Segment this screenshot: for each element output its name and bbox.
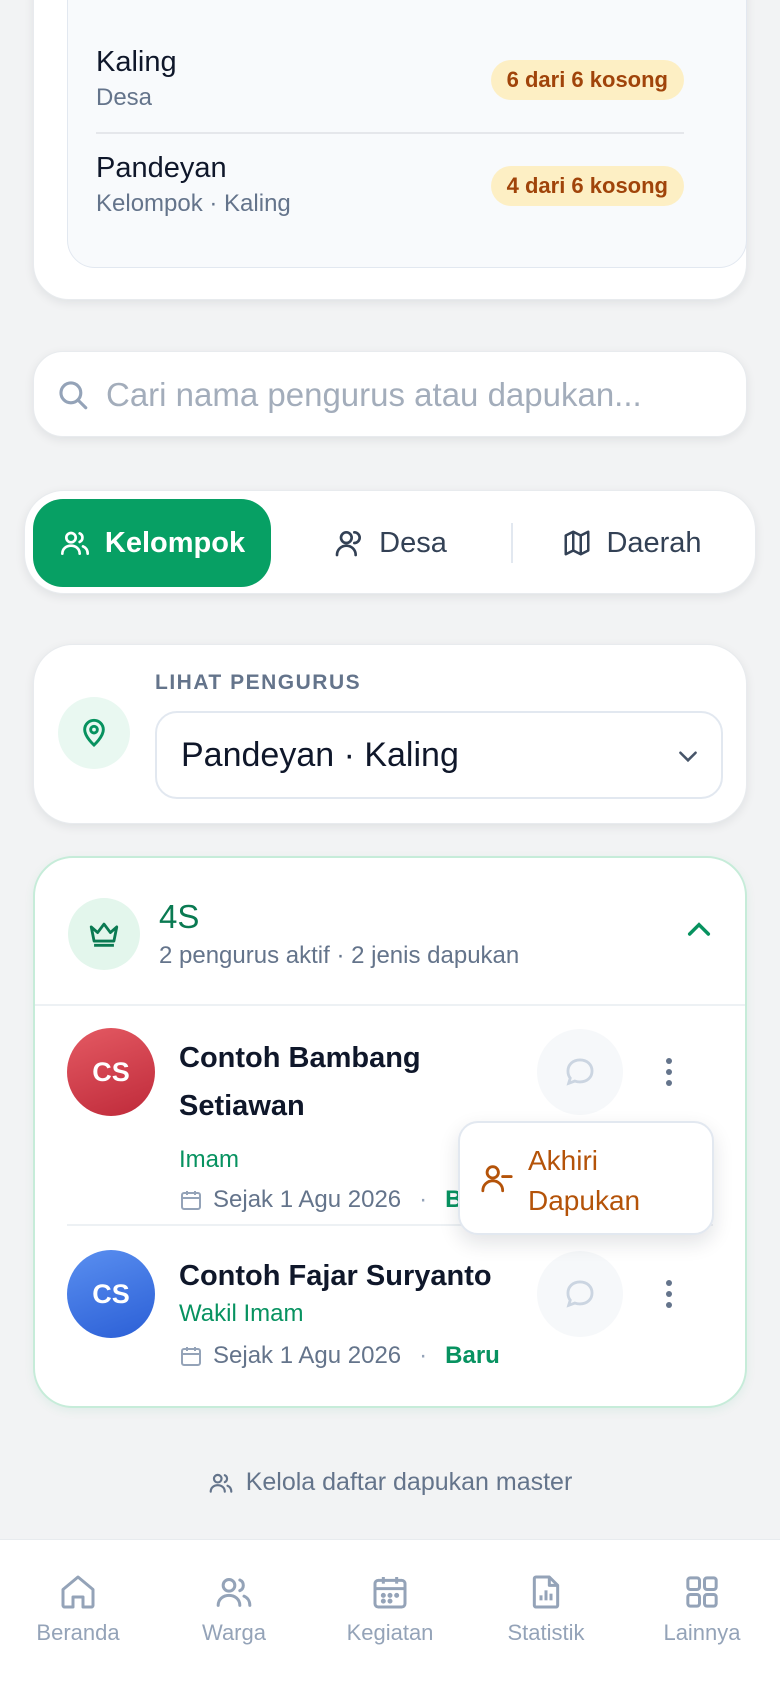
tab-desa[interactable]: Desa [275,499,505,587]
vacancy-badge: 6 dari 6 kosong [490,60,684,100]
member-name-line1: Contoh Bambang [179,1042,421,1074]
map-icon [564,530,590,556]
chat-bubble-icon [566,1280,594,1308]
vacancy-name: Pandeyan [96,152,227,184]
search-input[interactable] [106,372,706,418]
tab-kelompok[interactable]: Kelompok [33,499,271,587]
more-options-button[interactable] [649,1254,689,1334]
chart-file-icon [532,1575,560,1609]
crown-icon [89,922,119,947]
nav-item-lainnya[interactable]: Lainnya [624,1572,780,1646]
nav-item-statistik[interactable]: Statistik [468,1572,624,1646]
avatar: CS [67,1250,155,1338]
manage-master-roles-link[interactable]: Kelola daftar dapukan master [0,1468,780,1497]
end-assignment-label: Akhiri Dapukan [528,1145,641,1216]
tab-separator [511,523,513,563]
manage-link-label: Kelola daftar dapukan master [245,1468,573,1496]
end-assignment-menu-item[interactable]: Akhiri Dapukan [458,1121,714,1235]
bottom-navigation: Beranda Warga Kegiatan Statistik Lainnya [0,1539,780,1688]
users-icon [216,1578,252,1607]
tab-label: Kelompok [104,526,246,559]
member-since: Sejak 1 Agu 2026 [213,1186,402,1213]
avatar: CS [67,1028,155,1116]
user-minus-icon [481,1165,513,1193]
vacancy-row-pandeyan: Pandeyan Kelompok · Kaling 4 dari 6 koso… [96,152,684,252]
status-badge: Baru [445,1342,500,1369]
member-since: Sejak 1 Agu 2026 [213,1342,402,1369]
chevron-up-icon[interactable] [683,914,715,946]
tab-daerah[interactable]: Daerah [517,499,747,587]
group-divider [35,1004,745,1006]
group-title: 4S [159,898,200,935]
member-meta: Sejak 1 Agu 2026 · Baru [179,1186,500,1214]
vacancy-badge: 4 dari 6 kosong [490,166,684,206]
member-name-line2: Setiawan [179,1090,305,1122]
group-badge [68,898,140,970]
level-tabs: Kelompok Desa Daerah [24,490,756,594]
selected-location: Pandeyan · Kaling [181,735,459,774]
location-select[interactable]: Pandeyan · Kaling [155,711,723,799]
group-subtitle: 2 pengurus aktif · 2 jenis dapukan [159,942,520,969]
calendar-icon [181,1347,201,1366]
meta-separator: · [419,1186,428,1213]
nav-item-kegiatan[interactable]: Kegiatan [312,1572,468,1646]
member-row: CS Contoh Fajar Suryanto Wakil Imam Seja… [35,1250,745,1390]
nav-label: Beranda [36,1620,120,1645]
chat-button[interactable] [537,1029,623,1115]
member-name: Contoh Bambang Setiawan [179,1034,421,1130]
more-options-button[interactable] [649,1032,689,1112]
users-icon [60,531,89,555]
grid-icon [686,1576,718,1608]
chevron-down-icon [679,751,697,763]
member-name: Contoh Fajar Suryanto [179,1260,492,1292]
member-role: Wakil Imam [179,1300,304,1327]
vacancy-name: Kaling [96,46,177,78]
chat-button[interactable] [537,1251,623,1337]
location-badge [58,697,130,769]
selector-label: LIHAT PENGURUS [155,671,362,694]
meta-separator: · [419,1342,428,1369]
selector-card: LIHAT PENGURUS Pandeyan · Kaling [33,644,747,824]
more-vertical-icon [666,1058,672,1086]
user-icon [335,531,362,557]
member-role: Imam [179,1146,239,1173]
nav-label: Warga [202,1620,266,1645]
nav-item-beranda[interactable]: Beranda [0,1572,156,1646]
users-icon [209,1473,233,1493]
chat-bubble-icon [566,1058,594,1086]
vacancy-level: Kelompok · Kaling [96,190,291,217]
nav-item-warga[interactable]: Warga [156,1572,312,1646]
calendar-icon [373,1577,407,1609]
search-bar [33,351,747,437]
tab-label: Daerah [606,526,702,559]
more-vertical-icon [666,1280,672,1308]
nav-label: Lainnya [663,1620,741,1645]
search-icon [59,381,88,410]
vacancy-row-kaling: Kaling Desa 6 dari 6 kosong [96,46,684,146]
tab-label: Desa [379,526,447,559]
nav-label: Statistik [507,1620,585,1645]
home-icon [61,1575,95,1609]
vacancy-divider [96,132,684,134]
map-pin-icon [83,718,105,747]
vacancy-summary-card [33,0,747,300]
vacancy-level: Desa [96,84,153,111]
nav-label: Kegiatan [346,1620,434,1645]
member-meta: Sejak 1 Agu 2026 · Baru [179,1342,500,1370]
calendar-icon [181,1191,201,1210]
